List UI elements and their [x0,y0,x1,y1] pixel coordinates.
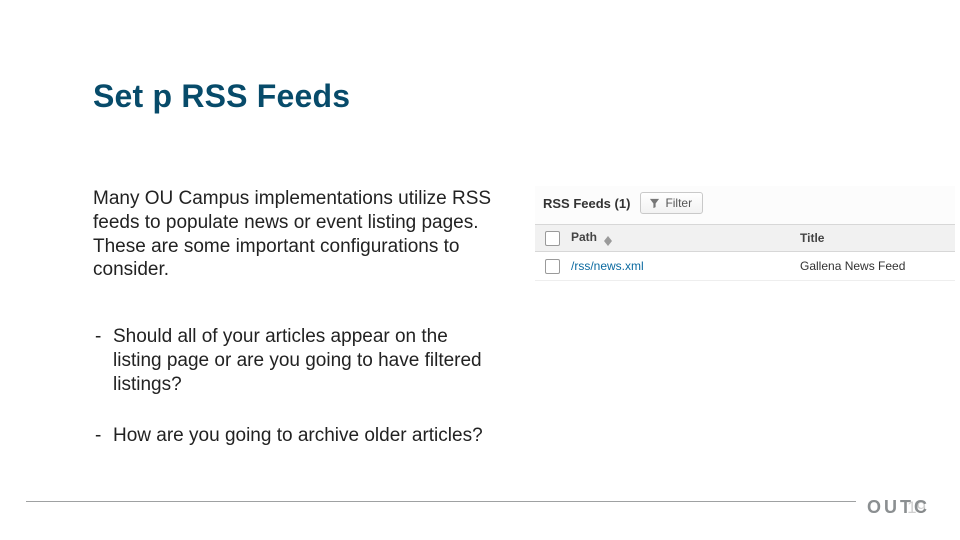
bullet-list: - Should all of your articles appear on … [93,325,488,476]
sort-icon [604,236,612,246]
filter-label: Filter [665,196,692,210]
bullet-text: Should all of your articles appear on th… [113,325,488,396]
rss-row-title: Gallena News Feed [800,259,955,273]
bullet-text: How are you going to archive older artic… [113,424,488,448]
rss-path-link[interactable]: /rss/news.xml [571,259,644,273]
rss-count: (1) [615,196,631,211]
rss-table-header: Path Title [535,224,955,252]
footer-divider [26,501,856,502]
rss-feeds-panel: RSS Feeds (1) Filter Path Title [535,186,955,281]
bullet-dash: - [93,424,113,448]
bullet-dash: - [93,325,113,396]
rss-feeds-label: RSS Feeds (1) [543,196,630,211]
select-all-checkbox[interactable] [535,231,569,246]
list-item: - How are you going to archive older art… [93,424,488,448]
column-header-path[interactable]: Path [569,230,800,246]
filter-icon [649,198,660,209]
filter-button[interactable]: Filter [640,192,703,214]
page-number: 19 [907,498,926,518]
intro-paragraph: Many OU Campus implementations utilize R… [93,187,493,282]
list-item: - Should all of your articles appear on … [93,325,488,396]
slide-title: Set p RSS Feeds [93,78,350,115]
row-checkbox[interactable] [535,259,569,274]
column-header-title[interactable]: Title [800,231,955,245]
table-row[interactable]: /rss/news.xml Gallena News Feed [535,252,955,281]
rss-panel-header: RSS Feeds (1) Filter [535,186,955,224]
